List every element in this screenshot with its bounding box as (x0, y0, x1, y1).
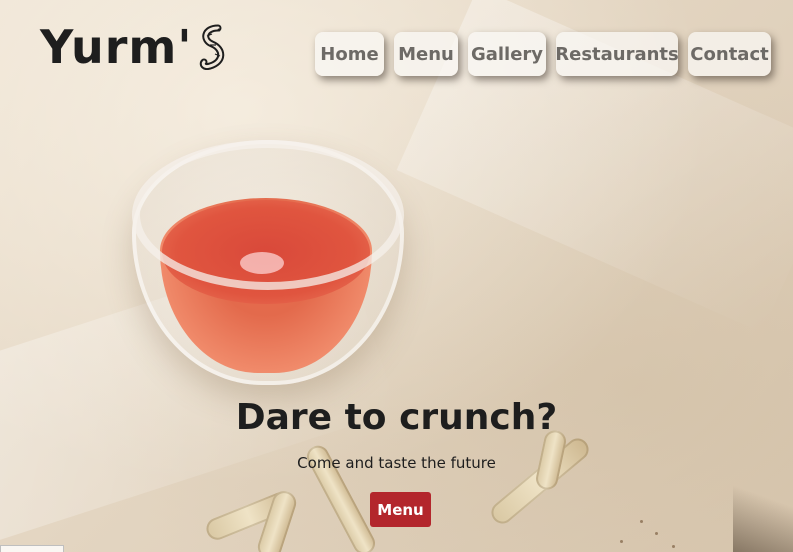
hero-headline: Dare to crunch? (235, 397, 558, 438)
spice-speck (672, 545, 675, 548)
worm-icon (198, 24, 228, 70)
hero-subheadline: Come and taste the future (297, 454, 496, 472)
spice-speck (655, 532, 658, 535)
corner-widget-tab[interactable] (0, 545, 64, 552)
corner-shadow (733, 462, 793, 552)
nav-restaurants[interactable]: Restaurants (555, 32, 679, 76)
nav-contact[interactable]: Contact (688, 32, 771, 76)
spice-speck (640, 520, 643, 523)
menu-cta-button[interactable]: Menu (370, 492, 431, 527)
spice-speck (620, 540, 623, 543)
site-logo[interactable]: Yurm' (40, 24, 228, 70)
main-navigation: Home Menu Gallery Restaurants Contact (315, 32, 771, 76)
bowl-rim (132, 140, 404, 290)
logo-text: Yurm' (40, 20, 193, 74)
nav-menu[interactable]: Menu (394, 32, 458, 76)
nav-gallery[interactable]: Gallery (468, 32, 546, 76)
nav-home[interactable]: Home (315, 32, 384, 76)
